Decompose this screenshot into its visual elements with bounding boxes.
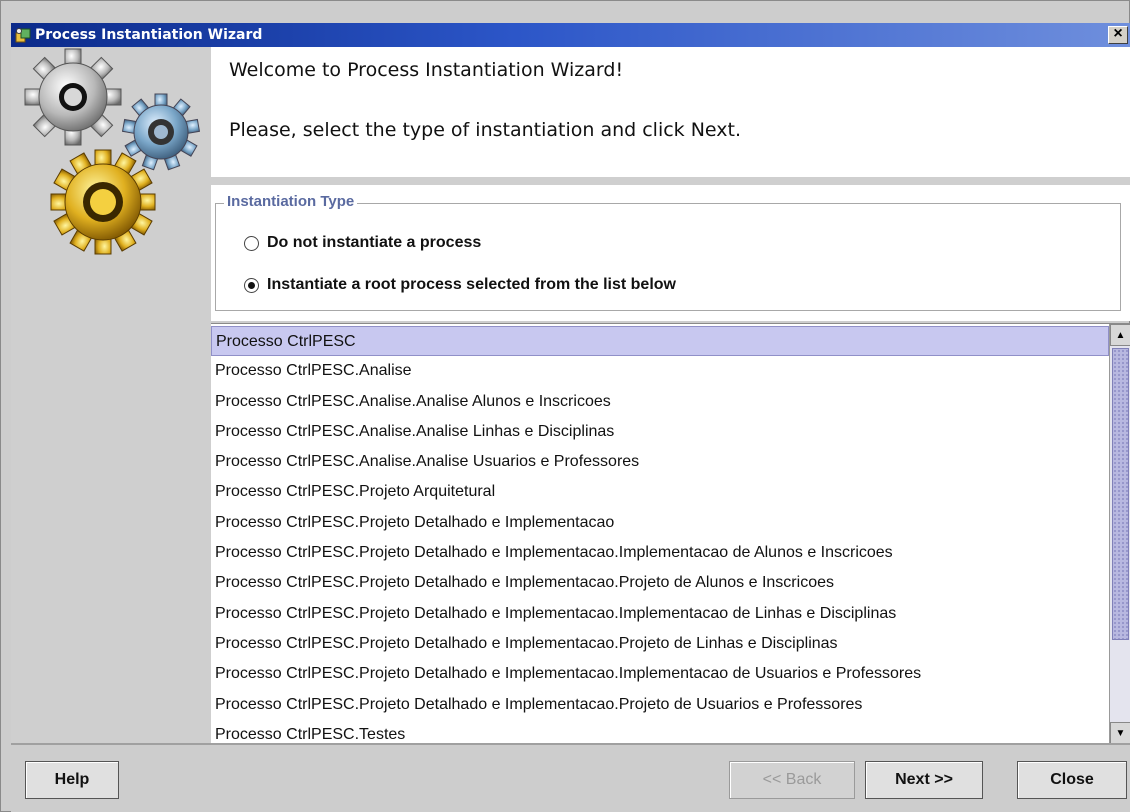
welcome-instruction: Please, select the type of instantiation… [229,119,742,141]
back-button[interactable]: << Back [729,761,855,799]
group-title: Instantiation Type [224,193,358,210]
process-list[interactable]: Processo CtrlPESC Processo CtrlPESC.Anali… [211,323,1130,743]
list-item[interactable]: Processo CtrlPESC.Analise [211,356,1109,386]
radio-instantiate-root[interactable]: Instantiate a root process selected from… [244,276,676,294]
wizard-window: Process Instantiation Wizard × Welcome t… [0,0,1130,812]
title-bar[interactable]: Process Instantiation Wizard × [11,23,1130,47]
gears-icon [24,48,201,255]
button-bar: Help << Back Next >> Close [11,743,1130,812]
window-title: Process Instantiation Wizard [35,27,263,43]
list-item[interactable]: Processo CtrlPESC.Projeto Detalhado e Im… [211,568,1109,598]
list-item[interactable]: Processo CtrlPESC.Projeto Detalhado e Im… [211,690,1109,720]
welcome-heading: Welcome to Process Instantiation Wizard! [229,59,624,81]
scroll-down-button[interactable]: ▼ [1110,722,1130,743]
list-item[interactable]: Processo CtrlPESC [211,326,1109,357]
process-list-items: Processo CtrlPESC Processo CtrlPESC.Anali… [211,326,1109,743]
close-icon: × [1113,25,1123,42]
list-item[interactable]: Processo CtrlPESC.Analise.Analise Alunos… [211,387,1109,417]
welcome-banner: Welcome to Process Instantiation Wizard!… [211,47,1130,177]
radio-button-checked[interactable] [244,277,259,293]
list-item[interactable]: Processo CtrlPESC.Projeto Detalhado e Im… [211,508,1109,538]
list-item[interactable]: Processo CtrlPESC.Projeto Detalhado e Im… [211,629,1109,659]
radio-do-not-instantiate[interactable]: Do not instantiate a process [244,234,481,252]
radio-button-unchecked[interactable] [244,235,259,251]
triangle-down-icon: ▼ [1115,727,1126,739]
close-window-button[interactable]: × [1108,26,1128,44]
vertical-scrollbar[interactable]: ▲ ▼ [1109,324,1130,743]
list-item[interactable]: Processo CtrlPESC.Projeto Detalhado e Im… [211,659,1109,689]
wizard-side-panel [11,47,211,743]
instantiation-type-group: Instantiation Type Do not instantiate a … [215,193,1121,311]
wizard-app-icon [15,28,31,43]
list-item[interactable]: Processo CtrlPESC.Analise.Analise Linhas… [211,417,1109,447]
triangle-up-icon: ▲ [1115,329,1126,341]
list-item[interactable]: Processo CtrlPESC.Projeto Detalhado e Im… [211,599,1109,629]
banner-divider [211,177,1130,185]
radio-label: Do not instantiate a process [267,234,482,251]
next-button[interactable]: Next >> [865,761,983,799]
list-item[interactable]: Processo CtrlPESC.Testes [211,720,1109,743]
help-button[interactable]: Help [25,761,119,799]
instantiation-options: Instantiation Type Do not instantiate a … [211,185,1130,321]
list-item[interactable]: Processo CtrlPESC.Projeto Arquitetural [211,477,1109,507]
scroll-thumb[interactable] [1112,348,1129,640]
radio-label: Instantiate a root process selected from… [267,276,676,293]
list-item[interactable]: Processo CtrlPESC.Analise.Analise Usuari… [211,447,1109,477]
close-button[interactable]: Close [1017,761,1127,799]
scroll-up-button[interactable]: ▲ [1110,324,1130,346]
list-item[interactable]: Processo CtrlPESC.Projeto Detalhado e Im… [211,538,1109,568]
